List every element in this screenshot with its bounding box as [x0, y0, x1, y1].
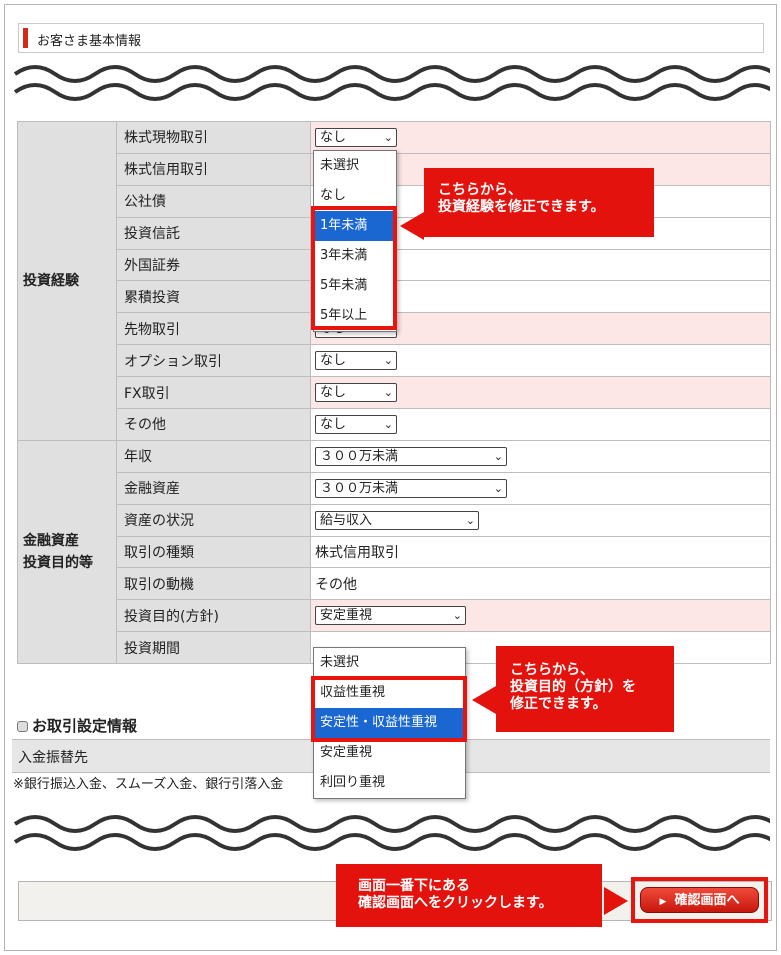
chevron-down-icon: ⌄: [493, 449, 503, 463]
row-value: ３００万未満 ⌄: [310, 471, 771, 505]
purpose-option[interactable]: 未選択: [314, 648, 465, 678]
table-row: 投資目的(方針) 安定重視 ⌄: [18, 599, 771, 633]
row-value: なし⌄: [310, 121, 771, 154]
row-label: 外国証券: [116, 248, 311, 282]
purpose-option[interactable]: 安定重視: [314, 738, 465, 768]
stock-cash-select[interactable]: なし ⌄: [315, 127, 397, 147]
confirm-callout-arrow: [604, 887, 628, 915]
purpose-option[interactable]: 利回り重視: [314, 768, 465, 798]
row-value: なし⌄: [310, 344, 771, 378]
row-label: 資産の状況: [116, 503, 311, 537]
purpose-callout: こちらから、 投資目的（方針）を 修正できます。: [496, 646, 674, 732]
table-row: 金融資産 ３００万未満 ⌄: [18, 471, 771, 505]
row-label: 累積投資: [116, 280, 311, 314]
row-label: 取引の種類: [116, 535, 311, 569]
table-row: 取引の動機 その他: [18, 567, 771, 601]
chevron-down-icon: ⌄: [383, 417, 393, 431]
collapse-icon: [17, 721, 28, 732]
settings-section-title: お取引設定情報: [17, 715, 137, 736]
table-row: 取引の種類 株式信用取引: [18, 535, 771, 569]
table-row: 金融資産 投資目的等 年収 ３００万未満 ⌄: [17, 439, 771, 665]
other-select[interactable]: なし ⌄: [315, 414, 397, 434]
table-row: 投資経験 株式現物取引 なし ⌄: [17, 121, 771, 441]
confirm-button[interactable]: ▶ 確認画面へ: [640, 887, 759, 913]
confirm-callout: 画面一番下にある 確認画面へをクリックします。: [336, 864, 602, 927]
row-label: FX取引: [116, 376, 311, 410]
row-label: 投資期間: [116, 631, 311, 665]
asset-status-select[interactable]: 給与収入 ⌄: [315, 510, 479, 530]
table-row: FX取引 なし ⌄: [18, 376, 771, 410]
row-value: その他: [310, 567, 771, 601]
row-value: なし⌄: [310, 408, 771, 441]
row-label: 金融資産: [116, 471, 311, 505]
chevron-down-icon: ⌄: [383, 130, 393, 144]
row-value: 株式信用取引: [310, 535, 771, 569]
chevron-down-icon: ⌄: [465, 513, 475, 527]
financial-assets-select[interactable]: ３００万未満 ⌄: [315, 478, 507, 498]
annual-income-select[interactable]: ３００万未満 ⌄: [315, 446, 507, 466]
experience-option[interactable]: 未選択: [314, 151, 396, 181]
row-label: 取引の動機: [116, 567, 311, 601]
row-value: 給与収入 ⌄: [310, 503, 771, 537]
investment-purpose-select[interactable]: 安定重視 ⌄: [315, 606, 466, 626]
experience-callout: こちらから、 投資経験を修正できます。: [424, 168, 654, 237]
table-row: その他 なし ⌄: [18, 408, 771, 441]
row-value: なし⌄: [310, 376, 771, 410]
purpose-highlight-box: [311, 676, 467, 742]
chevron-down-icon: ⌄: [452, 609, 462, 623]
row-label: 株式現物取引: [116, 121, 311, 154]
row-label: 先物取引: [116, 312, 311, 346]
header-accent-bar: [23, 28, 28, 48]
row-label: 投資信託: [116, 216, 311, 250]
chevron-down-icon: ⌄: [383, 386, 393, 400]
row-label: オプション取引: [116, 344, 311, 378]
play-icon: ▶: [659, 897, 667, 907]
table-row: オプション取引 なし ⌄: [18, 344, 771, 378]
row-label: 公社債: [116, 184, 311, 218]
chevron-down-icon: ⌄: [493, 481, 503, 495]
experience-callout-arrow: [400, 212, 424, 240]
group-label-experience: 投資経験: [17, 121, 117, 441]
row-value: ３００万未満 ⌄: [310, 439, 771, 473]
fx-select[interactable]: なし ⌄: [315, 383, 397, 403]
group-label-assets: 金融資産 投資目的等: [17, 439, 117, 665]
section-title: お客さま基本情報: [37, 34, 142, 49]
row-label: その他: [116, 408, 311, 441]
experience-highlight-box: [311, 206, 397, 330]
section-header: お客さま基本情報: [18, 23, 764, 53]
row-label: 年収: [116, 439, 311, 473]
row-value: 安定重視 ⌄: [310, 599, 771, 633]
options-select[interactable]: なし ⌄: [315, 351, 397, 371]
bottom-wave-divider: [13, 815, 770, 851]
top-wave-divider: [13, 65, 770, 101]
row-label: 株式信用取引: [116, 152, 311, 186]
row-label: 投資目的(方針): [116, 599, 311, 633]
table-row: 資産の状況 給与収入 ⌄: [18, 503, 771, 537]
chevron-down-icon: ⌄: [383, 354, 393, 368]
purpose-callout-arrow: [472, 686, 496, 714]
